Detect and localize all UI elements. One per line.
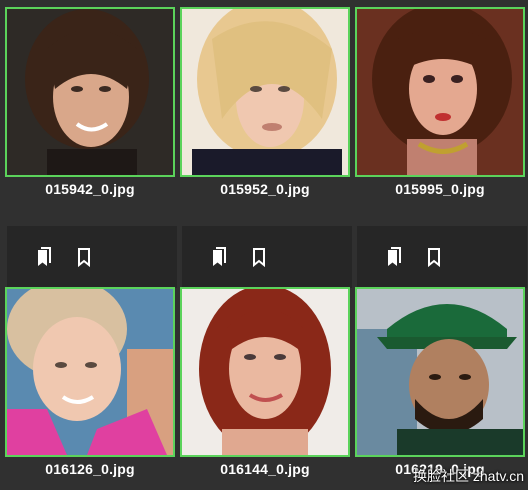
filename-label: 015942_0.jpg: [45, 181, 135, 197]
bookmark-icon[interactable]: [248, 246, 270, 268]
bookmarks-icon[interactable]: [208, 246, 230, 268]
face-thumbnail[interactable]: [180, 287, 350, 457]
filename-label: 015952_0.jpg: [220, 181, 310, 197]
face-image: [357, 289, 523, 455]
bookmark-icon[interactable]: [423, 246, 445, 268]
face-image: [357, 9, 523, 175]
card-toolbar: [357, 226, 527, 288]
filename-label: 016144_0.jpg: [220, 461, 310, 477]
face-thumbnail[interactable]: [5, 287, 175, 457]
face-thumbnail[interactable]: [5, 7, 175, 177]
card-toolbar: [182, 226, 352, 288]
face-image: [7, 289, 173, 455]
face-image: [7, 9, 173, 175]
bookmarks-icon[interactable]: [33, 246, 55, 268]
face-image: [182, 289, 348, 455]
bookmarks-icon[interactable]: [383, 246, 405, 268]
filename-label: 016126_0.jpg: [45, 461, 135, 477]
face-thumbnail[interactable]: [355, 7, 525, 177]
watermark: 换脸社区 zhatv.cn: [413, 468, 524, 484]
image-grid: 015942_0.jpg 015952_0.jpg 015995_0.jpg 0…: [0, 0, 528, 490]
face-thumbnail[interactable]: [180, 7, 350, 177]
bookmark-icon[interactable]: [73, 246, 95, 268]
face-image: [182, 9, 348, 175]
card-toolbar: [7, 226, 177, 288]
face-thumbnail[interactable]: [355, 287, 525, 457]
filename-label: 015995_0.jpg: [395, 181, 485, 197]
